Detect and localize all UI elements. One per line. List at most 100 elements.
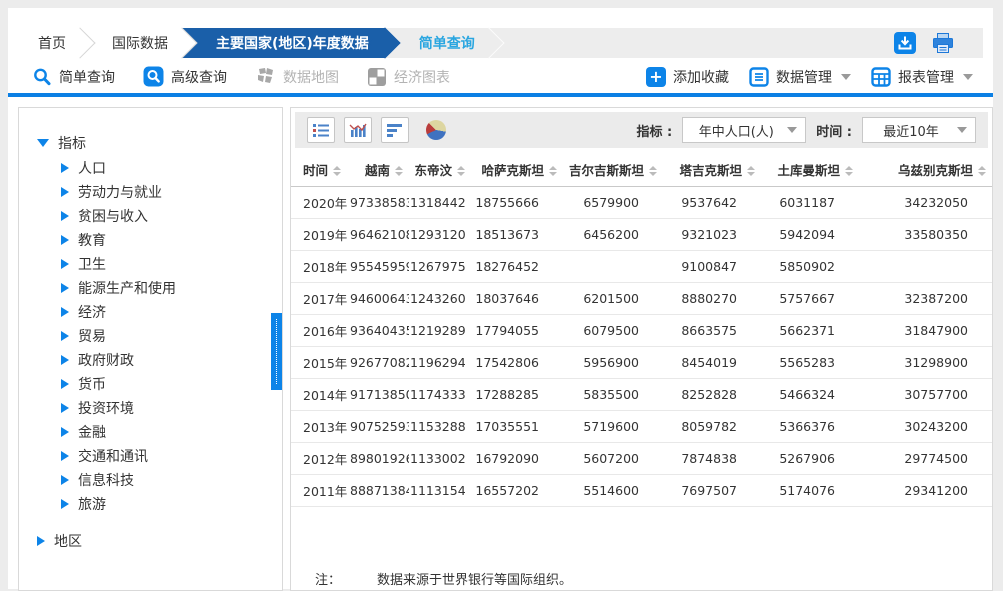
table-cell: 92677082 <box>349 347 409 379</box>
simple-query-button[interactable]: 简单查询 <box>32 67 115 87</box>
sidebar-scrollbar-thumb[interactable] <box>271 313 282 390</box>
sidebar-item-indicators[interactable]: 指标 <box>37 130 282 156</box>
sidebar-item-9[interactable]: 货币 <box>61 372 282 396</box>
table-cell: 90752593 <box>349 411 409 443</box>
sidebar-item-1[interactable]: 劳动力与就业 <box>61 180 282 204</box>
chevron-expanded-icon <box>37 139 49 147</box>
column-header-6[interactable]: 土库曼斯坦 <box>761 152 859 187</box>
toolbar-right: + 添加收藏 数据管理 报表管理 <box>646 67 983 87</box>
table-cell: 5267906 <box>761 443 859 475</box>
view-filter-strip: 指标 : 年中人口(人) 时间 : 最近10年 <box>295 112 988 148</box>
sidebar-item-4[interactable]: 卫生 <box>61 252 282 276</box>
sidebar-item-0[interactable]: 人口 <box>61 156 282 180</box>
sidebar-item-label: 金融 <box>78 422 106 442</box>
table-row: 2013年90752593115328817035551571960080597… <box>291 411 992 443</box>
footnote-text: 数据来源于世界银行等国际组织。 <box>377 569 572 588</box>
column-header-2[interactable]: 东帝汶 <box>409 152 471 187</box>
chevron-collapsed-icon <box>61 259 69 269</box>
sidebar-item-6[interactable]: 经济 <box>61 300 282 324</box>
sidebar-item-12[interactable]: 交通和通讯 <box>61 444 282 468</box>
table-cell: 2016年 <box>291 315 349 347</box>
table-row: 2018年95545959126797518276452910084758509… <box>291 251 992 283</box>
sidebar-item-11[interactable]: 金融 <box>61 420 282 444</box>
table-cell: 1318442 <box>409 187 471 219</box>
chevron-down-icon <box>787 127 797 133</box>
column-header-4[interactable]: 吉尔吉斯斯坦 <box>563 152 663 187</box>
advanced-query-button[interactable]: 高级查询 <box>143 66 227 87</box>
sidebar-item-10[interactable]: 投资环境 <box>61 396 282 420</box>
sidebar-item-label: 卫生 <box>78 254 106 274</box>
column-header-5[interactable]: 塔吉克斯坦 <box>663 152 761 187</box>
table-cell: 31847900 <box>859 315 992 347</box>
data-manage-button[interactable]: 数据管理 <box>749 67 851 87</box>
table-cell: 2020年 <box>291 187 349 219</box>
chevron-collapsed-icon <box>61 211 69 221</box>
chevron-collapsed-icon <box>61 427 69 437</box>
data-manage-icon <box>749 67 769 87</box>
column-header-0[interactable]: 时间 <box>291 152 349 187</box>
sidebar-item-14[interactable]: 旅游 <box>61 492 282 516</box>
table-row: 2016年93640435121928917794055607950086635… <box>291 315 992 347</box>
sidebar-item-13[interactable]: 信息科技 <box>61 468 282 492</box>
chevron-collapsed-icon <box>61 163 69 173</box>
table-cell: 93640435 <box>349 315 409 347</box>
table-cell: 18513673 <box>471 219 563 251</box>
print-icon[interactable] <box>931 31 955 55</box>
column-header-1[interactable]: 越南 <box>349 152 409 187</box>
indicator-children: 人口劳动力与就业贫困与收入教育卫生能源生产和使用经济贸易政府财政货币投资环境金融… <box>61 156 282 516</box>
table-row: 2019年96462108129312018513673645620093210… <box>291 219 992 251</box>
table-row: 2017年94600643124326018037646620150088802… <box>291 283 992 315</box>
table-cell: 5719600 <box>563 411 663 443</box>
list-view-icon[interactable] <box>307 117 335 143</box>
table-cell: 1153288 <box>409 411 471 443</box>
sidebar-item-8[interactable]: 政府财政 <box>61 348 282 372</box>
table-cell: 6456200 <box>563 219 663 251</box>
time-filter-label: 时间 : <box>816 121 852 140</box>
table-cell: 30757700 <box>859 379 992 411</box>
sidebar-item-label: 经济 <box>78 302 106 322</box>
table-cell: 1113154 <box>409 475 471 507</box>
column-header-3[interactable]: 哈萨克斯坦 <box>471 152 563 187</box>
download-icon[interactable] <box>893 31 917 55</box>
column-header-7[interactable]: 乌兹别克斯坦 <box>859 152 992 187</box>
sidebar-item-regions[interactable]: 地区 <box>37 528 282 554</box>
chevron-collapsed-icon <box>61 475 69 485</box>
indicator-filter-label: 指标 : <box>637 121 673 140</box>
table-cell: 9100847 <box>663 251 761 283</box>
pie-view-icon[interactable] <box>426 120 446 140</box>
indicator-select[interactable]: 年中人口(人) <box>682 117 806 143</box>
column-label: 越南 <box>365 163 390 178</box>
data-map-icon <box>255 66 276 87</box>
bar-chart-view-icon[interactable] <box>344 117 372 143</box>
report-manage-label: 报表管理 <box>898 67 954 87</box>
time-select[interactable]: 最近10年 <box>862 117 976 143</box>
column-label: 东帝汶 <box>414 163 452 178</box>
table-cell: 5607200 <box>563 443 663 475</box>
table-cell: 30243200 <box>859 411 992 443</box>
sidebar-item-7[interactable]: 贸易 <box>61 324 282 348</box>
table-cell: 33580350 <box>859 219 992 251</box>
breadcrumb-label: 简单查询 <box>419 33 475 53</box>
table-cell: 18037646 <box>471 283 563 315</box>
breadcrumb-tab-annual-data-active[interactable]: 主要国家(地区)年度数据 <box>182 28 385 58</box>
sidebar: 指标 人口劳动力与就业贫困与收入教育卫生能源生产和使用经济贸易政府财政货币投资环… <box>18 107 283 591</box>
table-cell: 2013年 <box>291 411 349 443</box>
breadcrumb-tab-home[interactable]: 首页 <box>18 28 80 58</box>
main-panel: 指标 : 年中人口(人) 时间 : 最近10年 时间 越南 东帝汶 哈萨克斯坦吉尔吉斯… <box>290 107 993 591</box>
table-cell: 1267975 <box>409 251 471 283</box>
data-map-label: 数据地图 <box>283 67 339 87</box>
sidebar-item-2[interactable]: 贫困与收入 <box>61 204 282 228</box>
sidebar-item-3[interactable]: 教育 <box>61 228 282 252</box>
hbar-view-icon[interactable] <box>381 117 409 143</box>
table-cell: 32387200 <box>859 283 992 315</box>
table-cell: 31298900 <box>859 347 992 379</box>
sidebar-item-5[interactable]: 能源生产和使用 <box>61 276 282 300</box>
sidebar-item-label: 贫困与收入 <box>78 206 148 226</box>
report-manage-button[interactable]: 报表管理 <box>871 67 973 87</box>
table-cell: 17542806 <box>471 347 563 379</box>
table-cell: 1243260 <box>409 283 471 315</box>
toolbar: 简单查询 高级查询 数据地图 经济图表 <box>18 60 983 93</box>
toolbar-underline <box>8 93 993 97</box>
add-favorite-label: 添加收藏 <box>673 67 729 87</box>
add-favorite-button[interactable]: + 添加收藏 <box>646 67 729 87</box>
